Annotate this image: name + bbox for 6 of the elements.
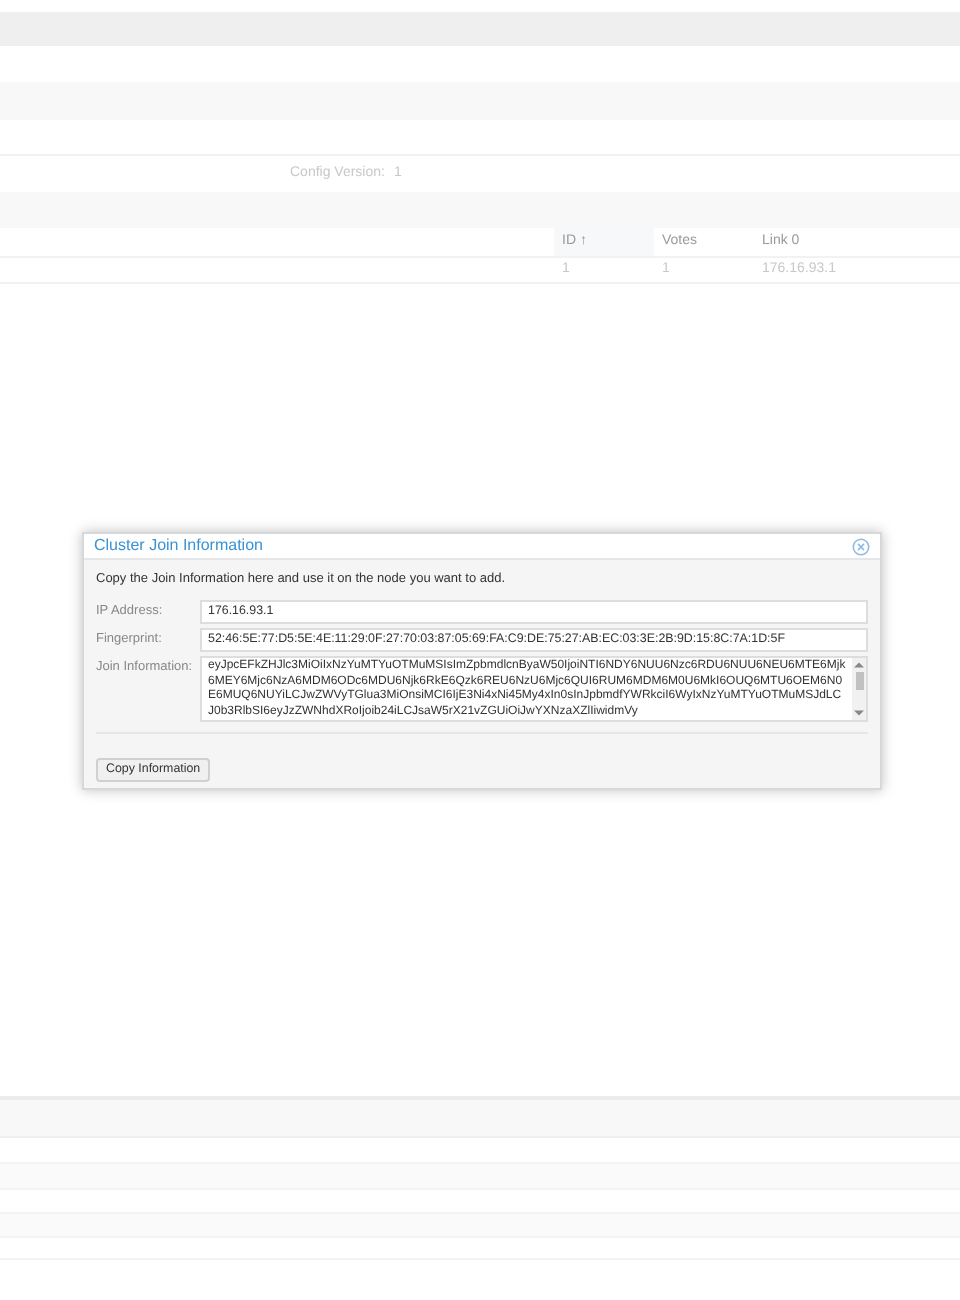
scroll-up-icon[interactable] [854, 660, 864, 670]
scroll-thumb[interactable] [855, 672, 863, 690]
close-icon[interactable] [852, 537, 870, 556]
scroll-down-icon[interactable] [854, 708, 864, 718]
scrollbar[interactable] [852, 658, 866, 720]
dialog-title: Cluster Join Information [94, 534, 263, 559]
